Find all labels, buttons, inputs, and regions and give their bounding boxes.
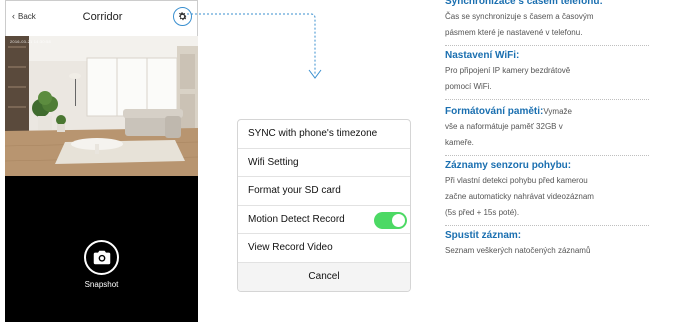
page-title: Corridor: [82, 11, 123, 23]
desc-record-line: Seznam veškerých natočených záznamů: [445, 246, 591, 255]
desc-format-heading: Formátování paměti:Vymaže: [445, 103, 649, 119]
menu-item-sync-timezone[interactable]: SYNC with phone's timezone: [238, 120, 410, 149]
camera-live-view[interactable]: 2016-03-21 14:30:58: [5, 36, 198, 176]
menu-item-view-record[interactable]: View Record Video: [238, 234, 410, 263]
phone-screen: ‹ Back Corridor 2016-03-21 14:30:58 Snap…: [5, 0, 198, 322]
desc-format-title: Formátování paměti:: [445, 106, 544, 117]
desc-wifi-line: Pro připojení IP kamery bezdrátově: [445, 66, 571, 75]
room-scene-image: [5, 36, 198, 176]
desc-format: Formátování paměti:Vymaže vše a naformát…: [445, 100, 649, 156]
menu-item-motion-detect[interactable]: Motion Detect Record: [238, 206, 410, 234]
snapshot-label: Snapshot: [84, 280, 119, 289]
phone-header: ‹ Back Corridor: [5, 0, 198, 36]
desc-sync: Synchronizace s časem telefonu: Čas se s…: [445, 0, 649, 46]
desc-format-line: kameře.: [445, 138, 474, 147]
desc-sync-line: pásmem které je nastavené v telefonu.: [445, 28, 583, 37]
desc-sync-title: Synchronizace s časem telefonu:: [445, 0, 603, 7]
desc-record: Spustit záznam: Seznam veškerých natočen…: [445, 226, 649, 263]
desc-format-inline-text: Vymaže: [543, 107, 572, 116]
camera-icon: [93, 250, 110, 265]
description-column: Synchronizace s časem telefonu: Čas se s…: [445, 0, 649, 263]
desc-motion-line: Při vlastní detekci pohybu před kamerou: [445, 176, 588, 185]
desc-format-line: vše a naformátuje paměť 32GB v: [445, 122, 563, 131]
desc-record-title: Spustit záznam:: [445, 230, 522, 241]
desc-motion-title: Záznamy senzoru pohybu:: [445, 160, 572, 171]
desc-sync-line: Čas se synchronizuje s časem a časovým: [445, 12, 594, 21]
connector-arrow: [187, 13, 322, 79]
snapshot-button[interactable]: [84, 240, 119, 275]
camera-timestamp: 2016-03-21 14:30:58: [10, 39, 51, 44]
motion-detect-label: Motion Detect Record: [248, 213, 345, 225]
desc-wifi-title: Nastavení WiFi:: [445, 50, 520, 61]
desc-wifi-line: pomocí WiFi.: [445, 82, 492, 91]
cancel-button[interactable]: Cancel: [238, 262, 410, 291]
desc-motion-line: začne automaticky nahrávat videozáznam: [445, 192, 594, 201]
menu-item-format-sd[interactable]: Format your SD card: [238, 177, 410, 206]
desc-motion: Záznamy senzoru pohybu: Při vlastní dete…: [445, 156, 649, 226]
desc-motion-line: (5s před + 15s poté).: [445, 208, 520, 217]
motion-detect-toggle[interactable]: [374, 211, 407, 229]
desc-wifi: Nastavení WiFi: Pro připojení IP kamery …: [445, 46, 649, 100]
settings-menu: SYNC with phone's timezone Wifi Setting …: [237, 119, 411, 292]
toggle-knob: [392, 213, 405, 227]
menu-item-wifi-setting[interactable]: Wifi Setting: [238, 149, 410, 177]
